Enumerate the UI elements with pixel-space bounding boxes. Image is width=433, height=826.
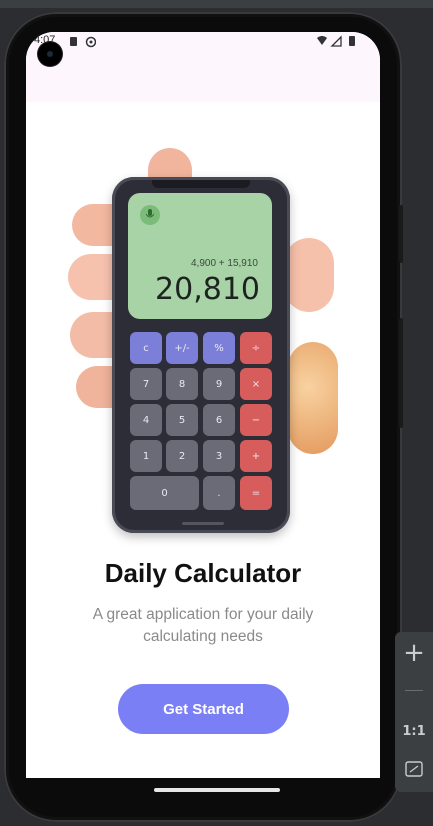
- calc-key-6: 6: [203, 404, 235, 436]
- hand-palm: [288, 342, 338, 454]
- power-button: [399, 318, 403, 428]
- emulator-zoom-panel: + 1:1: [395, 632, 433, 792]
- calc-key-8: 8: [166, 368, 198, 400]
- system-status-icons: [317, 35, 355, 47]
- calc-key-divide: ÷: [240, 332, 272, 364]
- calc-key-5: 5: [166, 404, 198, 436]
- calculator-result: 20,810: [155, 272, 260, 307]
- calc-key-equals: =: [240, 476, 272, 510]
- zoom-out-icon[interactable]: [405, 690, 423, 691]
- calc-key-0: 0: [130, 476, 199, 510]
- emulator-top-strip: [0, 0, 433, 8]
- volume-button: [399, 205, 403, 263]
- calc-key-clear: c: [130, 332, 162, 364]
- calc-key-1: 1: [130, 440, 162, 472]
- calc-key-decimal: .: [203, 476, 235, 510]
- zoom-actual-size-button[interactable]: 1:1: [395, 712, 433, 750]
- calc-key-plus-minus: +/-: [166, 332, 198, 364]
- device-notch: [152, 180, 250, 188]
- page-title: Daily Calculator: [104, 558, 302, 588]
- calc-key-3: 3: [203, 440, 235, 472]
- calc-key-percent: %: [203, 332, 235, 364]
- microphone-icon: [140, 205, 160, 225]
- calc-key-add: +: [240, 440, 272, 472]
- get-started-button[interactable]: Get Started: [118, 684, 289, 734]
- hand-finger-right: [284, 238, 334, 312]
- calc-key-subtract: −: [240, 404, 272, 436]
- calc-key-2: 2: [166, 440, 198, 472]
- zoom-fit-icon[interactable]: [395, 750, 433, 788]
- zoom-in-icon[interactable]: +: [395, 634, 433, 672]
- calc-key-9: 9: [203, 368, 235, 400]
- page-subtitle: A great application for your daily calcu…: [92, 606, 314, 645]
- gesture-nav-bar[interactable]: [154, 788, 280, 792]
- status-time: 4:07: [34, 34, 56, 46]
- calculator-expression: 4,900 + 15,910: [190, 258, 258, 269]
- calc-key-4: 4: [130, 404, 162, 436]
- notification-icons: [70, 36, 96, 48]
- device-home-indicator: [182, 522, 224, 525]
- calc-key-7: 7: [130, 368, 162, 400]
- calc-key-multiply: ×: [240, 368, 272, 400]
